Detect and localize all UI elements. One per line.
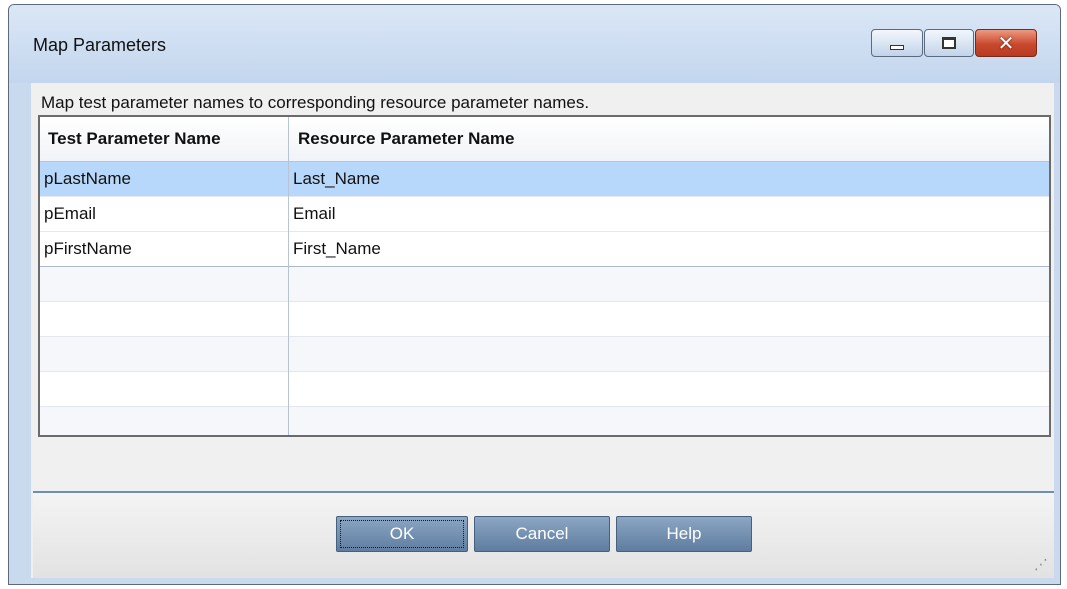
window-title: Map Parameters <box>33 35 167 55</box>
column-header-resource-parameter[interactable]: Resource Parameter Name <box>298 117 514 161</box>
close-button[interactable]: ✕ <box>975 29 1037 57</box>
title-bar[interactable]: Map Parameters ✕ <box>9 5 1060 83</box>
maximize-icon <box>942 37 956 49</box>
table-row[interactable]: pEmail Email <box>40 197 1049 232</box>
table-row[interactable]: pFirstName First_Name <box>40 232 1049 267</box>
help-button-label: Help <box>666 524 702 543</box>
empty-row <box>40 267 1049 302</box>
focus-rectangle <box>340 520 464 548</box>
table-row[interactable]: pLastName Last_Name <box>40 162 1049 197</box>
cancel-button-label: Cancel <box>515 524 569 543</box>
instructions-text: Map test parameter names to correspondin… <box>41 93 590 112</box>
help-button[interactable]: Help <box>616 516 752 552</box>
test-parameter-cell[interactable]: pLastName <box>44 162 131 196</box>
empty-row <box>40 372 1049 407</box>
map-parameters-dialog: Map Parameters ✕ Map test parameter name… <box>8 4 1061 585</box>
cancel-button[interactable]: Cancel <box>474 516 610 552</box>
empty-row <box>40 337 1049 372</box>
resource-parameter-cell[interactable]: Email <box>293 197 336 231</box>
close-icon: ✕ <box>997 31 1015 55</box>
test-parameter-cell[interactable]: pFirstName <box>44 232 132 266</box>
empty-row <box>40 302 1049 337</box>
resource-parameter-cell[interactable]: Last_Name <box>293 162 380 196</box>
ok-button[interactable]: OK <box>336 516 468 552</box>
dialog-body: Map test parameter names to correspondin… <box>31 83 1054 578</box>
test-parameter-cell[interactable]: pEmail <box>44 197 96 231</box>
grid-header: Test Parameter Name Resource Parameter N… <box>40 117 1049 162</box>
resource-parameter-cell[interactable]: First_Name <box>293 232 381 266</box>
maximize-button[interactable] <box>924 29 974 57</box>
empty-row <box>40 407 1049 435</box>
column-header-test-parameter[interactable]: Test Parameter Name <box>48 117 221 161</box>
resize-grip-icon[interactable]: ⋰ <box>1032 556 1048 572</box>
minimize-button[interactable] <box>871 29 923 57</box>
minimize-icon <box>890 44 904 50</box>
parameter-mapping-grid[interactable]: Test Parameter Name Resource Parameter N… <box>38 115 1051 437</box>
column-separator[interactable] <box>288 117 289 435</box>
